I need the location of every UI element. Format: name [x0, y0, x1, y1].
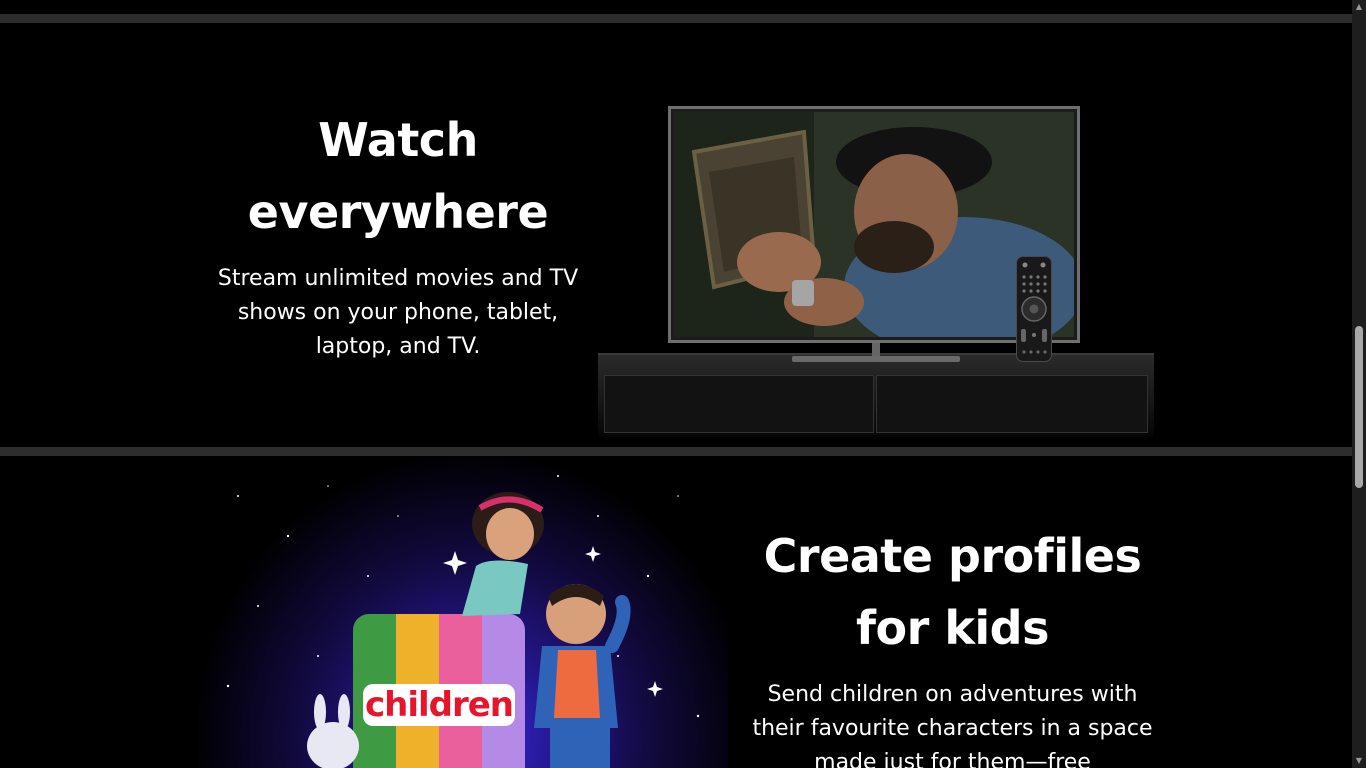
watch-title: Watch everywhere [247, 113, 549, 239]
section-divider [0, 447, 1352, 456]
vertical-scrollbar[interactable]: ▲ ▼ [1352, 0, 1366, 768]
tv-scene-illustration [674, 112, 1074, 337]
tv-foot [792, 356, 960, 362]
tv-neck [872, 343, 880, 357]
tv-screen-video [674, 112, 1074, 337]
watch-text-block: Watch everywhere Stream unlimited movies… [198, 104, 598, 364]
page: Watch everywhere Stream unlimited movies… [0, 0, 1352, 768]
remote-control-image [1016, 256, 1052, 362]
kids-characters-illustration [307, 492, 631, 768]
tv-stand-drawer [876, 375, 1148, 433]
kids-text-block: Create profiles for kids Send children o… [750, 520, 1155, 768]
previous-section-edge [0, 0, 1352, 14]
tv-stand-image [598, 353, 1154, 437]
remote-buttons-icon [1021, 262, 1047, 354]
kids-description: Send children on adventures with their f… [752, 682, 1153, 768]
scroll-up-icon[interactable]: ▲ [1352, 0, 1366, 14]
kids-title: Create profiles for kids [763, 529, 1142, 655]
tv-stand-drawer [604, 375, 874, 433]
watch-description: Stream unlimited movies and TV shows on … [217, 266, 579, 359]
scrollbar-thumb[interactable] [1355, 326, 1363, 488]
scroll-down-icon[interactable]: ▼ [1352, 754, 1366, 768]
section-divider [0, 14, 1352, 23]
kids-profile-image: children [198, 456, 728, 768]
